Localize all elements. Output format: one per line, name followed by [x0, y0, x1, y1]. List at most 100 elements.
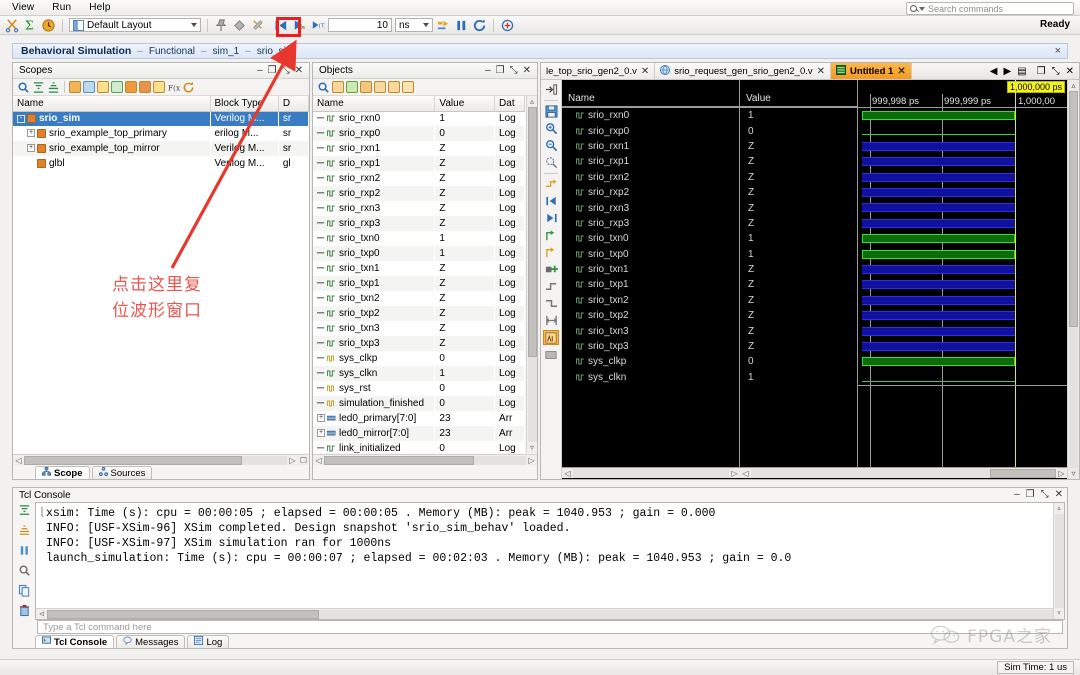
console-vscrollbar[interactable]: ▵ ▿: [1053, 503, 1064, 619]
run-time-input[interactable]: 10: [328, 18, 392, 32]
column-name[interactable]: Name: [313, 96, 435, 111]
scroll-corner[interactable]: ☐: [298, 455, 309, 466]
run-for-icon[interactable]: (T): [310, 18, 325, 33]
pin-off-icon[interactable]: [250, 18, 265, 33]
scroll-track[interactable]: [573, 469, 729, 478]
zoom-out-icon[interactable]: [543, 138, 559, 153]
waveform-signal-row[interactable]: srio_txn2: [562, 293, 739, 308]
waveform-signal-row[interactable]: srio_txn3: [562, 323, 739, 338]
dock-icon[interactable]: [543, 347, 559, 362]
filter-module-icon[interactable]: [69, 81, 81, 93]
pin-icon[interactable]: [214, 18, 229, 33]
table-row[interactable]: ─srio_txp01Log: [313, 246, 525, 261]
table-row[interactable]: +srio_example_top_mirror Verilog M... sr: [13, 141, 309, 156]
waveform-name-hscrollbar[interactable]: ◁ ▷: [562, 467, 740, 478]
next-marker-icon[interactable]: [543, 296, 559, 311]
search-icon[interactable]: [17, 81, 30, 94]
filter-constant-icon[interactable]: [388, 81, 400, 93]
table-row[interactable]: ─srio_txn1ZLog: [313, 261, 525, 276]
close-button[interactable]: ✕: [295, 66, 303, 76]
break-icon[interactable]: [500, 18, 515, 33]
filter-generate-icon[interactable]: [111, 81, 123, 93]
scroll-down-arrow[interactable]: ▿: [527, 442, 538, 453]
waveform-signal-row[interactable]: sys_clkp: [562, 354, 739, 369]
waveform-signal-row[interactable]: srio_txp0: [562, 247, 739, 262]
tab-scope[interactable]: Scope: [35, 466, 90, 479]
tab-log[interactable]: Log: [187, 635, 229, 648]
column-value[interactable]: Value: [435, 96, 495, 111]
waveform-signal-row[interactable]: srio_rxp2: [562, 185, 739, 200]
search-icon[interactable]: [317, 81, 330, 94]
zoom-fit-icon[interactable]: [543, 155, 559, 170]
float-button[interactable]: ⤡: [282, 66, 290, 76]
table-row[interactable]: -srio_sim Verilog M... sr: [13, 111, 309, 126]
scroll-left-arrow[interactable]: ◁: [562, 468, 573, 479]
scroll-track[interactable]: [751, 469, 1056, 478]
scroll-up-arrow[interactable]: ▵: [1054, 503, 1065, 514]
scroll-right-arrow[interactable]: ▷: [287, 455, 298, 466]
waveform-signal-row[interactable]: sys_clkn: [562, 370, 739, 385]
filter-output-icon[interactable]: [346, 81, 358, 93]
move-marker-icon[interactable]: [543, 245, 559, 260]
table-row[interactable]: ─srio_rxp00Log: [313, 126, 525, 141]
menu-item-view[interactable]: View: [10, 2, 36, 13]
table-row[interactable]: ─srio_txn2ZLog: [313, 291, 525, 306]
scroll-track[interactable]: [528, 107, 537, 442]
tab-srio-request-gen[interactable]: srio_request_gen_srio_gen2_0.v ✕: [655, 63, 831, 79]
restart-icon[interactable]: [274, 18, 289, 33]
scopes-hscrollbar[interactable]: ◁ ▷ ☐: [13, 454, 309, 465]
close-button[interactable]: ✕: [1055, 490, 1063, 500]
waveform-signal-row[interactable]: srio_rxn1: [562, 139, 739, 154]
table-row[interactable]: ─srio_rxn3ZLog: [313, 201, 525, 216]
span-icon[interactable]: [543, 313, 559, 328]
table-row[interactable]: ─srio_txn3ZLog: [313, 321, 525, 336]
column-name[interactable]: Name: [13, 96, 210, 111]
table-row[interactable]: +led0_mirror[7:0]23Arr: [313, 426, 525, 441]
table-row[interactable]: ─link_initialized0Log: [313, 441, 525, 453]
column-data-type[interactable]: Dat: [495, 96, 525, 111]
search-commands-input[interactable]: Search commands: [906, 2, 1074, 15]
tab-top-srio-gen2[interactable]: le_top_srio_gen2_0.v ✕: [541, 63, 655, 79]
scroll-up-arrow[interactable]: ▵: [1068, 80, 1079, 91]
table-row[interactable]: ─srio_rxn01Log: [313, 111, 525, 126]
scroll-left-arrow[interactable]: ◁: [13, 455, 24, 466]
minimize-button[interactable]: –: [1014, 490, 1020, 500]
pause-icon[interactable]: [18, 544, 31, 560]
objects-hscrollbar[interactable]: ◁ ▷: [313, 454, 537, 465]
copy-icon[interactable]: [18, 584, 31, 600]
add-marker-icon[interactable]: [543, 228, 559, 243]
table-row[interactable]: +led0_primary[7:0]23Arr: [313, 411, 525, 426]
diamond-icon[interactable]: [232, 18, 247, 33]
table-row[interactable]: ─srio_rxp3ZLog: [313, 216, 525, 231]
previous-tab-button[interactable]: ◀: [990, 66, 998, 77]
close-button[interactable]: ✕: [1066, 66, 1074, 77]
prev-marker-icon[interactable]: [543, 279, 559, 294]
console-hscrollbar[interactable]: ◁: [36, 608, 1053, 619]
waveform-signal-row[interactable]: srio_rxn0: [562, 108, 739, 123]
scroll-right-arrow[interactable]: ▷: [526, 455, 537, 466]
save-waveform-icon[interactable]: [543, 104, 559, 119]
table-row[interactable]: glbl Verilog M... gl: [13, 156, 309, 171]
waveform-signal-row[interactable]: srio_rxn3: [562, 200, 739, 215]
tab-list-button[interactable]: ▤: [1017, 66, 1026, 77]
step-icon[interactable]: [436, 18, 451, 33]
table-row[interactable]: ─simulation_finished0Log: [313, 396, 525, 411]
objects-vscrollbar[interactable]: ▵ ▿: [526, 96, 537, 453]
scroll-track[interactable]: [1055, 514, 1064, 608]
expand-expander[interactable]: +: [27, 129, 35, 137]
filter-variable-icon[interactable]: [402, 81, 414, 93]
waveform-signal-row[interactable]: srio_txn1: [562, 262, 739, 277]
scroll-right-arrow[interactable]: ▷: [729, 468, 740, 479]
filter-package-icon[interactable]: [125, 81, 137, 93]
scroll-down-arrow[interactable]: ▿: [1054, 608, 1065, 619]
float-button[interactable]: ⤡: [1041, 490, 1049, 500]
clear-icon[interactable]: [18, 504, 31, 520]
waveform-signal-row[interactable]: srio_rxp1: [562, 154, 739, 169]
waveform-hscrollbar[interactable]: ◁ ▷: [740, 467, 1067, 478]
waveform-plot[interactable]: 1,000,000 ps 999,998 ps 999,999 ps 1,000…: [858, 80, 1067, 467]
fx-icon[interactable]: F(x): [167, 81, 180, 94]
filter-input-icon[interactable]: [332, 81, 344, 93]
collapse-expander[interactable]: -: [17, 115, 25, 123]
previous-transition-icon[interactable]: [543, 194, 559, 209]
minimize-button[interactable]: –: [257, 66, 263, 76]
